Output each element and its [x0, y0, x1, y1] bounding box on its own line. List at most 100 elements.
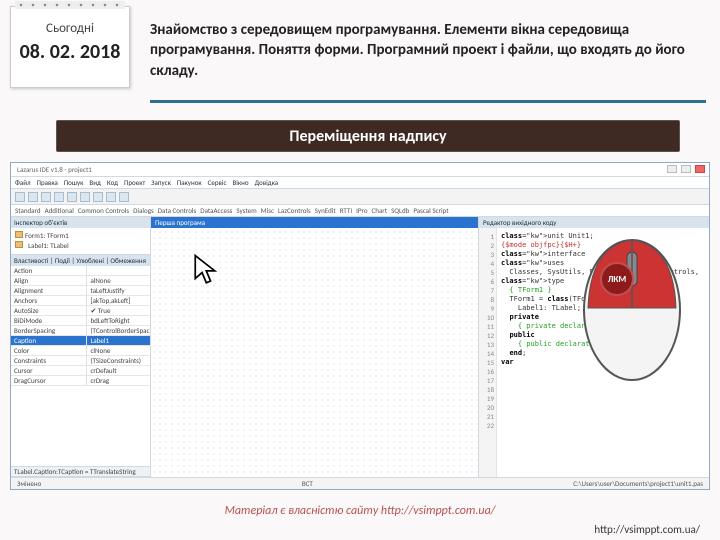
- ide-titlebar: Lazarus IDE v1.8 - project1: [11, 163, 709, 177]
- tool-save-icon[interactable]: [41, 192, 51, 202]
- palette-tab[interactable]: SQLdb: [391, 206, 409, 215]
- property-row[interactable]: Constraints(TSizeConstraints): [11, 356, 150, 366]
- menu-Вид[interactable]: Вид: [89, 178, 101, 187]
- property-grid[interactable]: ActionAlignalNoneAlignmenttaLeftJustifyA…: [11, 266, 150, 466]
- tool-stop-icon[interactable]: [93, 192, 103, 202]
- property-key: Anchors: [11, 296, 87, 305]
- tool-open-icon[interactable]: [28, 192, 38, 202]
- property-value[interactable]: clNone: [87, 346, 150, 355]
- component-tree[interactable]: Form1: TForm1 Label1: TLabel: [11, 228, 150, 254]
- property-row[interactable]: CaptionLabel1: [11, 336, 150, 346]
- palette-tab[interactable]: Additional: [45, 206, 74, 215]
- menu-Пакунок[interactable]: Пакунок: [177, 178, 202, 187]
- property-row[interactable]: Anchors[akTop,akLeft]: [11, 296, 150, 306]
- property-value[interactable]: (TSizeConstraints): [87, 356, 150, 365]
- property-row[interactable]: CursorcrDefault: [11, 366, 150, 376]
- palette-tab[interactable]: Misc: [261, 206, 274, 215]
- toolbar[interactable]: [11, 189, 709, 205]
- tree-label: Form1: TForm1: [25, 231, 69, 240]
- property-value[interactable]: crDefault: [87, 366, 150, 375]
- properties-panel: Властивості | Події | Улюблені | Обмежен…: [11, 255, 150, 477]
- menu-Правка[interactable]: Правка: [37, 178, 58, 187]
- maximize-button[interactable]: [681, 165, 691, 173]
- today-label: Сьогодні: [11, 21, 129, 36]
- menu-Код[interactable]: Код: [107, 178, 118, 187]
- property-key: DragCursor: [11, 376, 87, 385]
- close-button[interactable]: [695, 165, 705, 173]
- property-value[interactable]: [akTop,akLeft]: [87, 296, 150, 305]
- prop-tabs[interactable]: Властивості | Події | Улюблені | Обмежен…: [11, 255, 150, 266]
- property-key: Action: [11, 266, 87, 275]
- property-row[interactable]: AlignmenttaLeftJustify: [11, 286, 150, 296]
- property-value[interactable]: alNone: [87, 276, 150, 285]
- mouse-graphic: [578, 212, 686, 382]
- footer-right: http://vsimppt.com.ua/: [594, 523, 700, 536]
- tool-stepover-icon[interactable]: [106, 192, 116, 202]
- property-row[interactable]: AutoSize✔ True: [11, 306, 150, 316]
- tool-run-icon[interactable]: [67, 192, 77, 202]
- palette-tab[interactable]: Dialogs: [133, 206, 154, 215]
- palette-tab[interactable]: Chart: [372, 206, 388, 215]
- property-key: BorderSpacing: [11, 326, 87, 335]
- window-buttons: [667, 165, 705, 173]
- palette-tab[interactable]: SynEdit: [315, 206, 336, 215]
- inspector-hint: TLabel.Caption:TCaption = TTranslateStri…: [11, 466, 150, 476]
- menu-Файл[interactable]: Файл: [15, 178, 31, 187]
- object-inspector: Інспектор об'єктів Form1: TForm1 Label1:…: [11, 217, 150, 255]
- palette-tab[interactable]: RTTI: [340, 206, 352, 215]
- property-value[interactable]: taLeftJustify: [87, 286, 150, 295]
- tool-new-icon[interactable]: [15, 192, 25, 202]
- minimize-button[interactable]: [667, 165, 677, 173]
- property-key: Constraints: [11, 356, 87, 365]
- property-value[interactable]: Label1: [87, 336, 150, 345]
- palette-tab[interactable]: IPro: [356, 206, 367, 215]
- menu-Пошук[interactable]: Пошук: [64, 178, 84, 187]
- property-key: BiDiMode: [11, 316, 87, 325]
- tool-stepin-icon[interactable]: [119, 192, 129, 202]
- palette-tab[interactable]: Data Controls: [158, 206, 197, 215]
- designer-title: Перша програма: [151, 217, 478, 228]
- tool-pause-icon[interactable]: [80, 192, 90, 202]
- menu-Довідка[interactable]: Довідка: [255, 178, 279, 187]
- menubar[interactable]: Файл Правка Пошук Вид Код Проект Запуск Пакунок…: [11, 177, 709, 189]
- status-mid: ВСТ: [302, 478, 313, 489]
- property-value[interactable]: bdLeftToRight: [87, 316, 150, 325]
- property-row[interactable]: ColorclNone: [11, 346, 150, 356]
- tree-label: Label1: TLabel: [25, 241, 69, 250]
- palette-tab[interactable]: DataAccess: [200, 206, 232, 215]
- property-key: Alignment: [11, 286, 87, 295]
- tree-item[interactable]: Form1: TForm1: [15, 231, 146, 241]
- component-icon: [15, 241, 23, 248]
- palette-tab[interactable]: System: [236, 206, 256, 215]
- statusbar: Змінено ВСТ C:\Users\user\Documents\proj…: [11, 477, 709, 489]
- property-value[interactable]: (TControlBorderSpacing): [87, 326, 150, 335]
- menu-Вікно[interactable]: Вікно: [232, 178, 248, 187]
- lkm-badge: ЛКМ: [600, 262, 634, 296]
- inspector-title: Інспектор об'єктів: [11, 217, 150, 228]
- property-value[interactable]: ✔ True: [87, 306, 150, 315]
- menu-Проект[interactable]: Проект: [124, 178, 145, 187]
- property-value[interactable]: crDrag: [87, 376, 150, 385]
- property-key: Cursor: [11, 366, 87, 375]
- header-rule: [150, 100, 706, 103]
- property-row[interactable]: AlignalNone: [11, 276, 150, 286]
- property-row[interactable]: BorderSpacing(TControlBorderSpacing): [11, 326, 150, 336]
- property-key: AutoSize: [11, 306, 87, 315]
- slide-subheading: Переміщення надпису: [56, 120, 680, 152]
- form-designer[interactable]: Перша програма: [151, 217, 479, 477]
- menu-Сервіс[interactable]: Сервіс: [208, 178, 227, 187]
- property-row[interactable]: BiDiModebdLeftToRight: [11, 316, 150, 326]
- date-value: 08. 02. 2018: [11, 40, 129, 64]
- property-value[interactable]: [87, 266, 150, 275]
- palette-tab[interactable]: Common Controls: [78, 206, 129, 215]
- slide-title: Знайомство з середовищем програмування. …: [150, 20, 706, 81]
- tree-item[interactable]: Label1: TLabel: [15, 241, 146, 251]
- palette-tab[interactable]: Standard: [15, 206, 41, 215]
- menu-Запуск[interactable]: Запуск: [151, 178, 171, 187]
- palette-tab[interactable]: LazControls: [278, 206, 311, 215]
- property-row[interactable]: DragCursorcrDrag: [11, 376, 150, 386]
- tool-saveall-icon[interactable]: [54, 192, 64, 202]
- property-row[interactable]: Action: [11, 266, 150, 276]
- palette-tab[interactable]: Pascal Script: [413, 206, 448, 215]
- code-gutter: 12345678910111213141516171819202122: [479, 228, 497, 477]
